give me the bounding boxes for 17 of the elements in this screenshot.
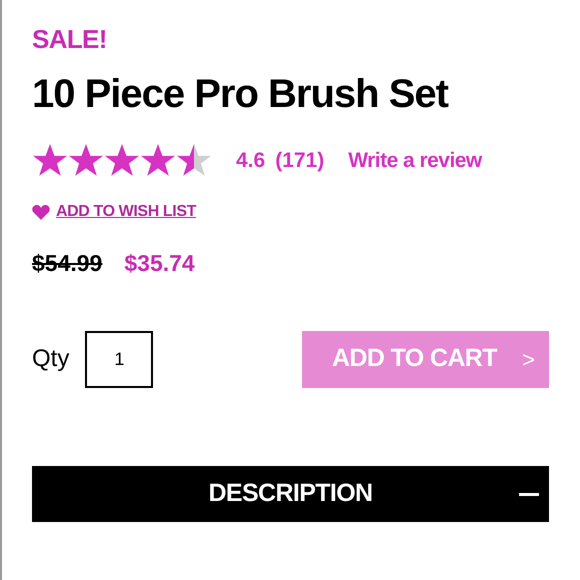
star-icon [104,144,140,178]
product-title: 10 Piece Pro Brush Set [32,74,448,114]
sale-label: SALE! [32,26,107,52]
star-icon [68,144,104,178]
heart-icon [32,204,50,220]
star-icon [32,144,68,178]
original-price: $54.99 [32,249,102,278]
sale-price: $35.74 [124,249,195,278]
star-icon [176,144,212,178]
quantity-label: Qty [32,344,70,374]
star-icon [140,144,176,178]
rating-score: 4.6 [236,148,266,174]
description-header[interactable]: DESCRIPTION [32,466,549,522]
review-count: (171) [275,148,324,174]
write-review-link[interactable]: Write a review [348,145,482,177]
wish-list-link[interactable]: ADD TO WISH LIST [56,200,196,224]
quantity-field[interactable]: 1 [85,330,154,388]
